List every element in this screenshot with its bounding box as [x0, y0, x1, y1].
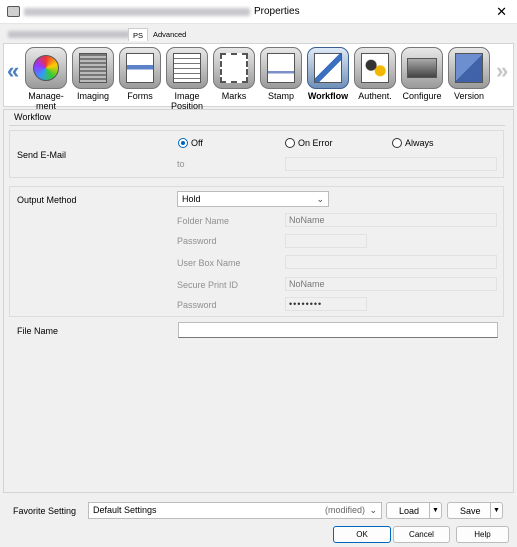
to-label: to	[177, 159, 185, 169]
marks-icon	[213, 47, 255, 89]
secure-id-field: NoName	[285, 277, 497, 291]
image-position-icon	[166, 47, 208, 89]
tool-marks[interactable]: Marks	[212, 47, 256, 102]
tool-configure[interactable]: Configure	[400, 47, 444, 102]
help-button[interactable]: Help	[456, 526, 509, 543]
file-name-input[interactable]	[178, 322, 498, 338]
window-title-redacted	[24, 8, 250, 16]
cancel-button[interactable]: Cancel	[393, 526, 450, 543]
management-icon	[25, 47, 67, 89]
ok-button[interactable]: OK	[333, 526, 391, 543]
tool-label: Stamp	[267, 91, 294, 101]
radio-on-error[interactable]	[285, 138, 295, 148]
save-button[interactable]: Save ▼	[447, 502, 503, 519]
tool-label: Imaging	[76, 91, 110, 101]
chevron-down-icon: ⌄	[369, 505, 377, 515]
chevron-down-icon: ⌄	[316, 194, 324, 204]
password-field	[285, 234, 367, 248]
folder-name-field: NoName	[285, 213, 497, 227]
output-method-select[interactable]: Hold ⌄	[177, 191, 329, 207]
tab-advanced[interactable]: Advanced	[149, 28, 190, 41]
tool-authentication[interactable]: Authent.	[353, 47, 397, 102]
secure-password-label: Password	[177, 300, 217, 310]
save-dropdown-icon[interactable]: ▼	[490, 503, 502, 519]
version-icon	[448, 47, 490, 89]
tool-label: Configure	[402, 91, 442, 101]
output-method-label: Output Method	[17, 195, 77, 205]
radio-always[interactable]	[392, 138, 402, 148]
tool-management[interactable]: Manage- ment	[24, 47, 68, 111]
favorite-setting-label: Favorite Setting	[13, 506, 77, 516]
workflow-icon	[307, 47, 349, 89]
folder-name-label: Folder Name	[177, 216, 230, 226]
forms-icon	[119, 47, 161, 89]
authentication-icon	[354, 47, 396, 89]
tool-workflow[interactable]: Workflow	[306, 47, 350, 102]
radio-off[interactable]	[178, 138, 188, 148]
stamp-icon	[260, 47, 302, 89]
printer-icon	[7, 6, 20, 17]
close-icon[interactable]: ✕	[496, 4, 507, 20]
user-box-field	[285, 255, 497, 269]
tool-image-position[interactable]: Image Position	[165, 47, 209, 111]
tab-redacted	[8, 31, 130, 38]
file-name-label: File Name	[17, 326, 59, 336]
tool-forms[interactable]: Forms	[118, 47, 162, 102]
tool-label: Version	[453, 91, 485, 101]
tool-label: Workflow	[307, 91, 349, 101]
tool-label: Marks	[221, 91, 247, 101]
tool-stamp[interactable]: Stamp	[259, 47, 303, 102]
favorite-setting-select[interactable]: Default Settings (modified) ⌄	[88, 502, 382, 519]
tab-ps[interactable]: PS	[128, 28, 149, 41]
radio-on-error-label: On Error	[298, 138, 333, 148]
output-method-value: Hold	[182, 194, 201, 204]
save-label: Save	[460, 506, 481, 516]
secure-id-label: Secure Print ID	[177, 280, 239, 290]
configure-icon	[401, 47, 443, 89]
favorite-state: (modified)	[324, 505, 365, 515]
load-dropdown-icon[interactable]: ▼	[429, 503, 441, 519]
load-label: Load	[399, 506, 420, 516]
user-box-label: User Box Name	[177, 258, 241, 268]
scroll-right-icon[interactable]: »	[496, 58, 508, 84]
panel-heading: Workflow	[14, 112, 51, 122]
load-button[interactable]: Load ▼	[386, 502, 442, 519]
tool-label: Forms	[127, 91, 153, 101]
radio-always-label: Always	[405, 138, 434, 148]
tool-label: Authent.	[358, 91, 392, 101]
tool-version[interactable]: Version	[447, 47, 491, 102]
secure-password-field: ••••••••	[285, 297, 367, 311]
send-email-label: Send E-Mail	[17, 150, 67, 160]
heading-divider	[9, 125, 505, 126]
favorite-setting-value: Default Settings	[93, 505, 157, 515]
tool-imaging[interactable]: Imaging	[71, 47, 115, 102]
imaging-icon	[72, 47, 114, 89]
to-field	[285, 157, 497, 171]
scroll-left-icon[interactable]: «	[7, 58, 19, 84]
radio-off-label: Off	[191, 138, 203, 148]
password-label: Password	[177, 236, 217, 246]
window-title: Properties	[254, 6, 300, 17]
